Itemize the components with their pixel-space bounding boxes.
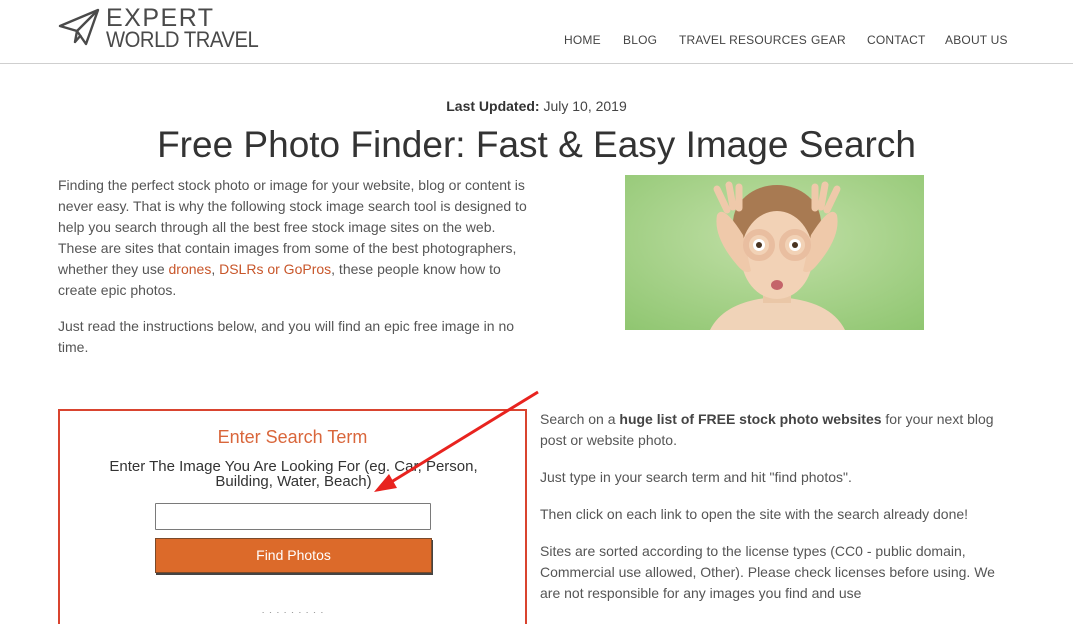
search-heading: Enter Search Term — [217, 427, 368, 447]
search-input[interactable] — [155, 503, 431, 530]
side-paragraph-1: Search on a huge list of FREE stock phot… — [540, 409, 1010, 451]
truncated-text: · · · · · · · · · — [261, 605, 324, 613]
updated-label: Last Updated: — [446, 98, 540, 114]
main-nav: HOME BLOG TRAVEL RESOURCES GEAR CONTACT … — [0, 33, 1073, 49]
nav-travel-resources[interactable]: TRAVEL RESOURCES — [679, 33, 807, 47]
side-paragraph-4: Sites are sorted according to the licens… — [540, 543, 995, 601]
find-photos-button[interactable]: Find Photos — [155, 538, 432, 573]
updated-date: July 10, 2019 — [543, 98, 627, 114]
side-paragraph-3: Then click on each link to open the site… — [540, 506, 969, 522]
side-text-part: Search on a — [540, 411, 620, 427]
intro-comma: , — [211, 261, 220, 277]
intro-paragraph-1: Finding the perfect stock photo or image… — [58, 175, 528, 301]
nav-about-us[interactable]: ABOUT US — [945, 33, 1008, 47]
nav-gear[interactable]: GEAR — [811, 33, 846, 47]
search-widget: Enter Search Term Enter The Image You Ar… — [58, 409, 527, 624]
drones-link[interactable]: drones — [169, 261, 212, 277]
page-title: Free Photo Finder: Fast & Easy Image Sea… — [157, 124, 916, 165]
intro-text: Finding the perfect stock photo or image… — [58, 175, 528, 358]
side-bold-text: huge list of FREE stock photo websites — [619, 411, 882, 427]
dslr-gopro-link[interactable]: DSLRs or GoPros — [219, 261, 331, 277]
last-updated: Last Updated: July 10, 2019 — [0, 98, 1073, 114]
nav-contact[interactable]: CONTACT — [867, 33, 926, 47]
site-header: EXPERT WORLD TRAVEL HOME BLOG TRAVEL RES… — [0, 0, 1073, 64]
side-paragraph-2: Just type in your search term and hit "f… — [540, 469, 852, 485]
intro-paragraph-2: Just read the instructions below, and yo… — [58, 318, 515, 355]
hero-photo — [625, 175, 924, 330]
nav-home[interactable]: HOME — [564, 33, 601, 47]
nav-blog[interactable]: BLOG — [623, 33, 657, 47]
side-instructions: Search on a huge list of FREE stock phot… — [540, 409, 1010, 604]
search-instructions: Enter The Image You Are Looking For (eg.… — [109, 458, 478, 490]
